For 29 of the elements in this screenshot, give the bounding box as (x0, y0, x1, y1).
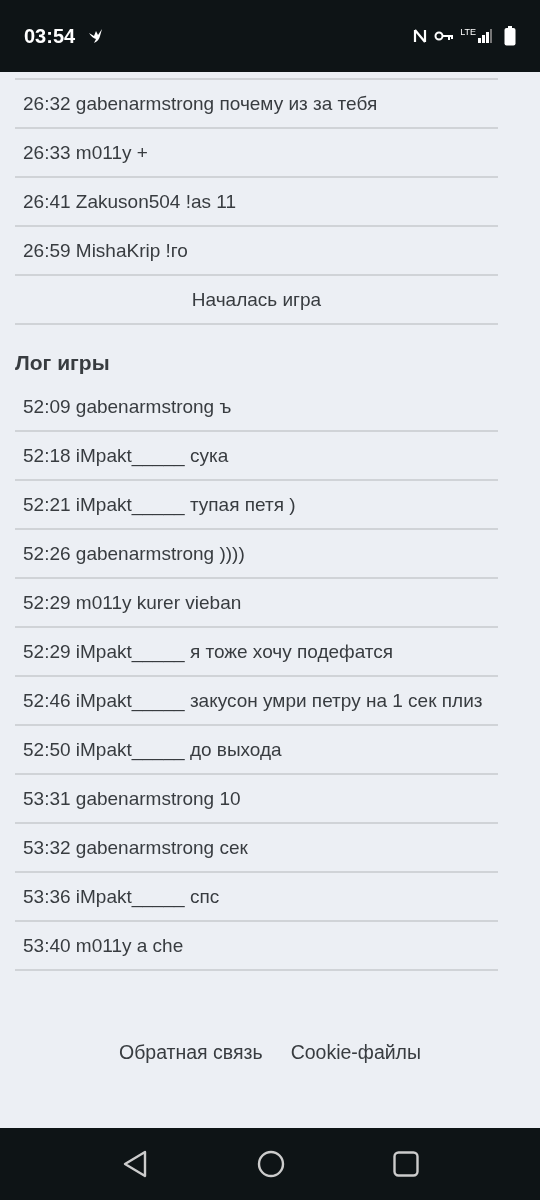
log-entry: 52:29 iMpakt_____ я тоже хочу подефатся (15, 628, 498, 677)
battery-icon (504, 26, 516, 46)
log-entry: 53:32 gabenarmstrong сек (15, 824, 498, 873)
log-entry: 52:26 gabenarmstrong )))) (15, 530, 498, 579)
log-entry: 53:31 gabenarmstrong 10 (15, 775, 498, 824)
chat-message: 26:32 gabenarmstrong почему из за тебя (15, 80, 498, 129)
log-entry: 52:18 iMpakt_____ сука (15, 432, 498, 481)
section-heading: Лог игры (15, 351, 110, 375)
log-entry: 52:09 gabenarmstrong ъ (15, 383, 498, 432)
recents-icon[interactable] (393, 1151, 419, 1177)
signal-icon (478, 29, 492, 43)
network-type: LTE (460, 27, 476, 37)
log-entry: 52:46 iMpakt_____ закусон умри петру на 1 сек плиз (15, 677, 498, 726)
log-entry: 52:50 iMpakt_____ до выхода (15, 726, 498, 775)
footer-link[interactable]: Cookie-файлы (290, 1041, 421, 1064)
log-entry: 52:21 iMpakt_____ тупая петя ) (15, 481, 498, 530)
key-icon (434, 30, 455, 42)
log-entry: 52:29 m011y kurer vieban (15, 579, 498, 628)
event-message: Началась игра (15, 276, 498, 325)
log-entry: 53:36 iMpakt_____ спс (15, 873, 498, 922)
nfc-icon (412, 27, 429, 45)
clock: 03:54 (24, 24, 76, 48)
chat-message: 26:41 Zakuson504 !as 11 (15, 178, 498, 227)
chat-message: 26:33 m011y + (15, 129, 498, 178)
back-icon[interactable] (121, 1149, 149, 1179)
log-entry: 53:40 m011y a che (15, 922, 498, 971)
chat-message: 26:59 MishaKrip !го (15, 227, 498, 276)
home-icon[interactable] (257, 1150, 285, 1178)
footer-link[interactable]: Обратная связь (118, 1041, 263, 1064)
